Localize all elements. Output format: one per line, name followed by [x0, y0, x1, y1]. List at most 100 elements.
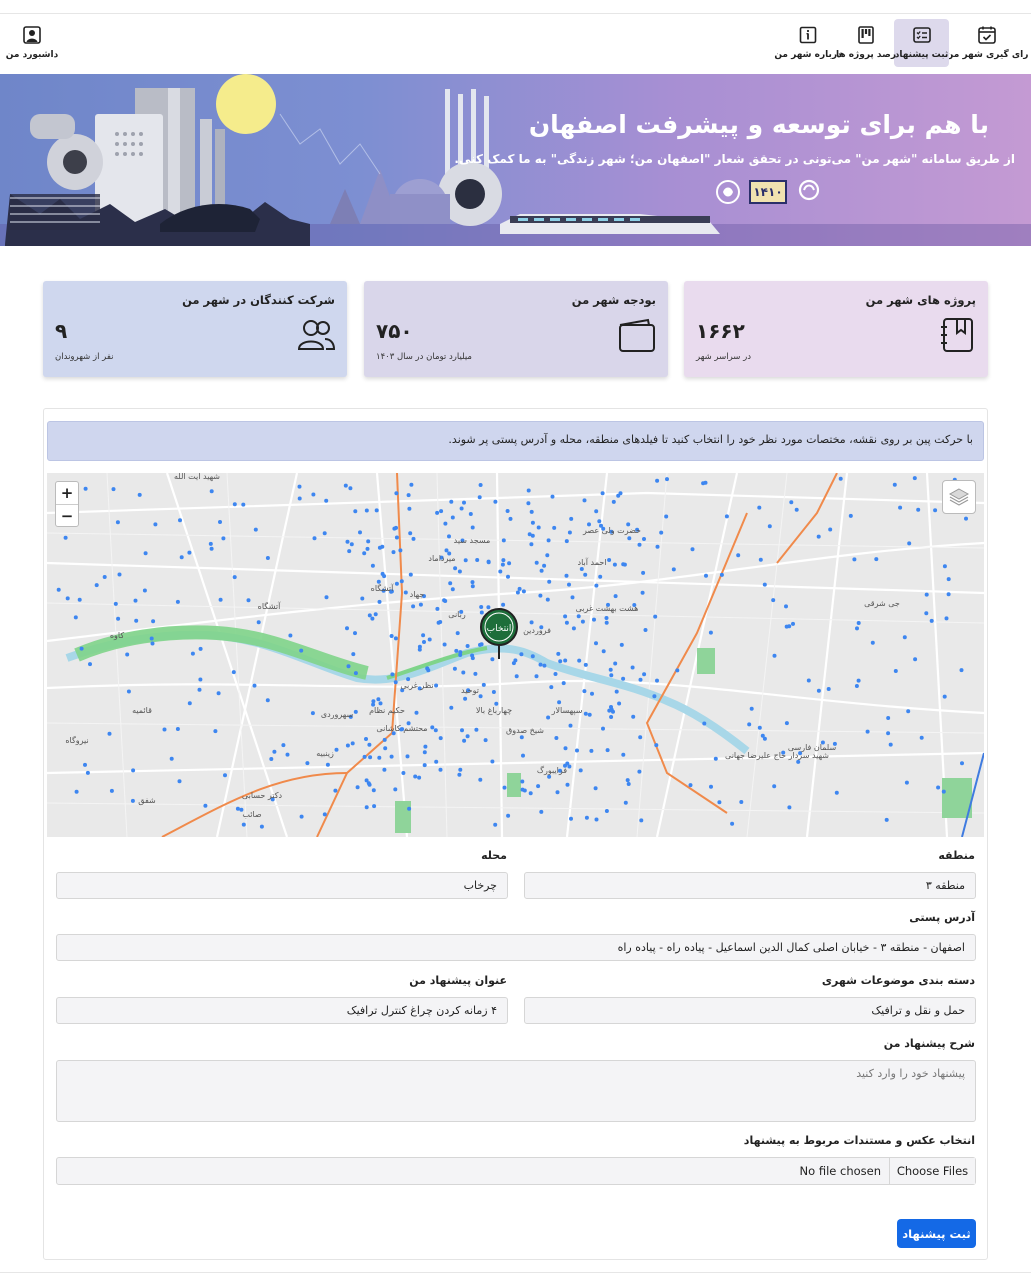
map-point [175, 727, 180, 731]
map-point [376, 697, 381, 702]
map-point [564, 620, 569, 625]
nav-item-submit-suggestion[interactable]: ثبت پیشنهاد [894, 19, 949, 67]
map-point [450, 515, 455, 520]
map-point [936, 785, 941, 790]
city-map[interactable]: شهید آیت الله مسجد سید میرداماد آتشگاه ج… [47, 473, 984, 837]
map-point [322, 812, 327, 817]
map-point [942, 694, 947, 699]
map-point [414, 710, 419, 715]
map-point [479, 605, 484, 609]
map-point [924, 592, 929, 597]
bottom-border [0, 1272, 1031, 1273]
map-street-label: ربانی [448, 610, 466, 619]
map-point [83, 762, 87, 767]
map-point [73, 615, 78, 620]
map-point [589, 748, 594, 753]
map-point [367, 613, 372, 618]
map-point [113, 601, 118, 606]
map-point [625, 778, 630, 783]
map-point [594, 583, 599, 588]
map-point [655, 678, 659, 683]
map-point [88, 662, 92, 667]
category-select[interactable]: حمل و نقل و ترافیک [524, 997, 976, 1024]
map-street-label: آتشگاه [371, 583, 394, 593]
map-point [367, 742, 372, 747]
map-point [520, 787, 525, 792]
map-point [408, 531, 413, 536]
address-field[interactable]: اصفهان - منطقه ۳ - خیابان اصلی کمال الدی… [56, 934, 976, 961]
submit-suggestion-button[interactable]: ثبت پیشنهاد [897, 1219, 976, 1248]
nav-item-project-tracking[interactable]: رصد پروژه ها [836, 19, 896, 67]
description-textarea[interactable]: پیشنهاد خود را وارد کنید [56, 1060, 976, 1122]
zoom-in-button[interactable]: + [56, 482, 78, 504]
map-point [366, 539, 371, 544]
seal-logo-icon [716, 180, 740, 204]
map-point [126, 689, 131, 694]
map-point [593, 786, 598, 791]
map-point [460, 728, 464, 733]
map-point [609, 705, 613, 709]
map-point [438, 620, 443, 624]
map-point [621, 752, 626, 757]
map-point [513, 658, 518, 663]
map-point [501, 602, 506, 607]
map-point [521, 589, 526, 594]
map-point [198, 646, 203, 651]
card-title: پروژه های شهر من [865, 293, 976, 307]
map-point [325, 762, 330, 767]
stat-card-budget: بودجه شهر من ۷۵۰ میلیارد تومان در سال ۱۴… [364, 281, 668, 377]
map-point [912, 476, 917, 481]
region-field[interactable]: منطقه ۳ [524, 872, 976, 899]
map-point [459, 506, 464, 511]
kanban-icon [856, 25, 876, 45]
map-point [701, 481, 706, 486]
map-point [913, 657, 918, 662]
map-point [784, 604, 788, 609]
map-point [150, 641, 155, 646]
neighborhood-field[interactable]: چرخاب [56, 872, 508, 899]
file-input[interactable]: Choose Files No file chosen [56, 1157, 976, 1185]
map-point [297, 484, 302, 489]
layers-icon [948, 488, 970, 506]
map-point [757, 725, 762, 730]
map-point [501, 558, 506, 563]
map-point [403, 590, 408, 595]
map-point [377, 755, 382, 760]
map-point [458, 650, 463, 655]
map-point [305, 761, 310, 766]
map-layers-button[interactable] [942, 480, 976, 514]
card-value: ۱۶۶۲ [696, 319, 745, 343]
map-zoom-control: + − [55, 481, 79, 527]
map-point [65, 596, 70, 601]
choose-files-button[interactable]: Choose Files [889, 1158, 975, 1184]
map-point [577, 658, 582, 663]
map-point [362, 754, 367, 759]
map-point [430, 725, 435, 730]
map-street-label: دکتر حسابی [242, 791, 283, 800]
map-point [478, 777, 483, 782]
map-point [617, 701, 622, 706]
map-point [465, 734, 470, 739]
nav-item-dashboard[interactable]: داشبورد من [6, 19, 58, 67]
map-point [583, 572, 588, 577]
card-title: شرکت کنندگان در شهر من [182, 293, 335, 307]
nav-item-voting[interactable]: رای گیری شهر من [946, 19, 1028, 67]
map-point [125, 652, 130, 657]
map-point [576, 614, 581, 619]
map-point [422, 763, 427, 768]
map-point [886, 731, 891, 736]
nav-item-about[interactable]: درباره شهر من [774, 19, 842, 67]
map-point [621, 562, 626, 567]
map-point [347, 549, 352, 554]
map-point [457, 772, 462, 777]
map-point [490, 759, 495, 764]
map-point [542, 563, 547, 568]
map-point [142, 588, 147, 593]
map-point [640, 590, 645, 595]
suggestion-title-field[interactable]: ۴ زمانه کردن چراغ کنترل ترافیک [56, 997, 508, 1024]
map-point [517, 586, 522, 591]
zoom-out-button[interactable]: − [56, 504, 78, 526]
map-point [353, 709, 358, 714]
map-point [355, 785, 360, 790]
map-point [83, 486, 88, 491]
